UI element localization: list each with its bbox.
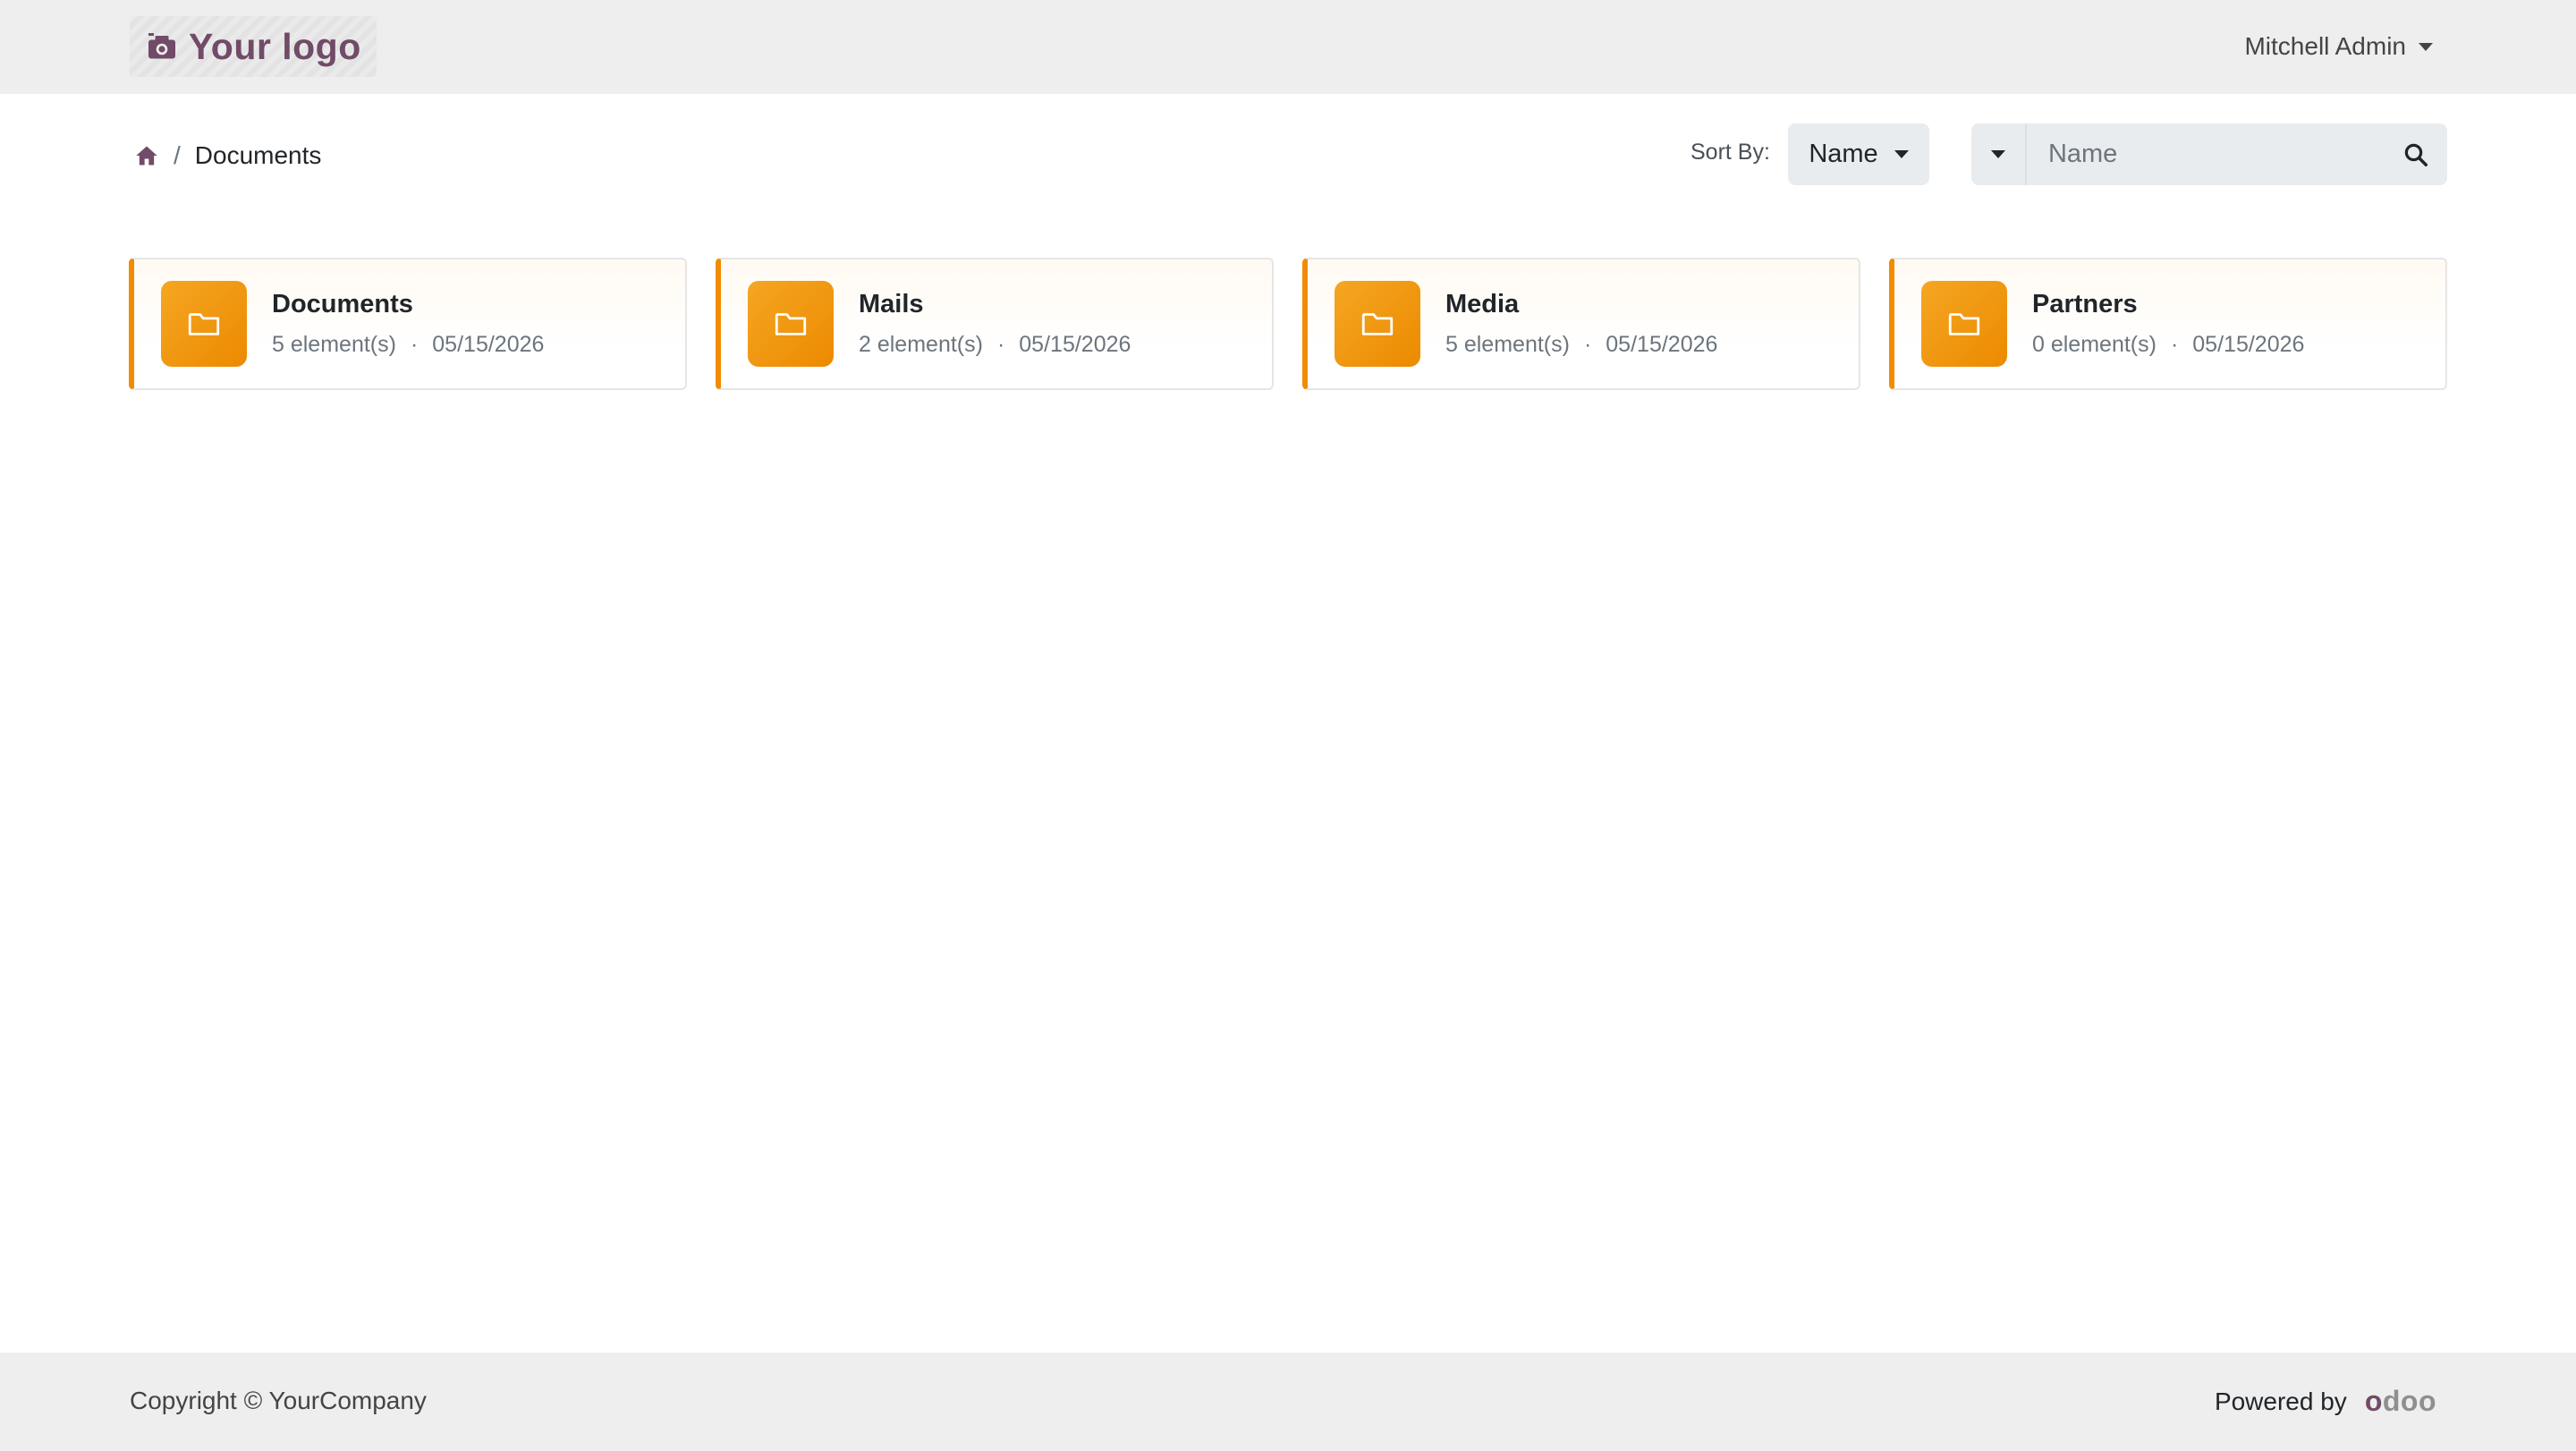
- copyright-text: Copyright © YourCompany: [130, 1387, 427, 1414]
- breadcrumb-separator: /: [174, 141, 181, 169]
- folder-element-count: 5 element(s): [272, 332, 396, 357]
- folder-meta: 5 element(s) · 05/15/2026: [272, 332, 544, 358]
- folder-meta: 0 element(s) · 05/15/2026: [2032, 332, 2304, 358]
- meta-separator: ·: [2170, 332, 2179, 357]
- logo-text: Your logo: [189, 25, 361, 67]
- folder-date: 05/15/2026: [1606, 332, 1718, 357]
- search-icon: [2405, 143, 2428, 166]
- camera-icon: [148, 33, 175, 59]
- folder-date: 05/15/2026: [432, 332, 545, 357]
- folder-date: 05/15/2026: [1019, 332, 1131, 357]
- folder-date: 05/15/2026: [2192, 332, 2305, 357]
- folder-card-mails[interactable]: Mails 2 element(s) · 05/15/2026: [716, 258, 1274, 390]
- odoo-logo[interactable]: odoo: [2365, 1385, 2436, 1418]
- folder-name: Mails: [859, 290, 924, 318]
- folder-grid: Documents 5 element(s) · 05/15/2026 Mail…: [129, 258, 2447, 390]
- user-name: Mitchell Admin: [2244, 32, 2406, 60]
- sort-by-dropdown[interactable]: Name: [1788, 123, 1929, 185]
- folder-icon: [1361, 313, 1394, 335]
- footer: Copyright © YourCompany Powered by odoo: [0, 1353, 2576, 1451]
- meta-separator: ·: [410, 332, 419, 357]
- powered-by-label: Powered by: [2214, 1387, 2347, 1415]
- folder-icon: [1948, 313, 1980, 335]
- folder-icon-box: [748, 281, 834, 367]
- folder-icon: [775, 313, 807, 335]
- home-icon[interactable]: [134, 143, 159, 168]
- folder-name: Partners: [2032, 290, 2138, 318]
- folder-name: Documents: [272, 290, 413, 318]
- folder-element-count: 0 element(s): [2032, 332, 2157, 357]
- odoo-logo-first: o: [2364, 1385, 2383, 1417]
- folder-info: Partners 0 element(s) · 05/15/2026: [2032, 290, 2304, 358]
- caret-down-icon: [2419, 42, 2433, 51]
- folder-info: Documents 5 element(s) · 05/15/2026: [272, 290, 544, 358]
- breadcrumb: / Documents: [134, 138, 321, 174]
- sort-by-label: Sort By:: [1690, 140, 1770, 165]
- caret-down-icon: [1990, 150, 2005, 158]
- folder-icon-box: [161, 281, 247, 367]
- folder-meta: 2 element(s) · 05/15/2026: [859, 332, 1131, 358]
- powered-by: Powered by odoo: [2215, 1385, 2436, 1418]
- folder-element-count: 5 element(s): [1445, 332, 1570, 357]
- odoo-logo-rest: doo: [2382, 1385, 2436, 1417]
- company-logo[interactable]: Your logo: [130, 16, 377, 77]
- sort-value: Name: [1809, 140, 1878, 168]
- search-filter-dropdown[interactable]: [1971, 123, 2027, 185]
- user-menu-dropdown[interactable]: Mitchell Admin: [2244, 30, 2433, 63]
- folder-icon-box: [1921, 281, 2007, 367]
- search-input[interactable]: [2026, 123, 2385, 185]
- folder-info: Mails 2 element(s) · 05/15/2026: [859, 290, 1131, 358]
- search-button[interactable]: [2385, 123, 2447, 185]
- folder-icon-box: [1335, 281, 1420, 367]
- search-bar: [1971, 123, 2447, 185]
- folder-element-count: 2 element(s): [859, 332, 983, 357]
- top-navbar: Your logo Mitchell Admin: [0, 0, 2576, 94]
- meta-separator: ·: [996, 332, 1005, 357]
- folder-card-documents[interactable]: Documents 5 element(s) · 05/15/2026: [129, 258, 687, 390]
- folder-info: Media 5 element(s) · 05/15/2026: [1445, 290, 1717, 358]
- caret-down-icon: [1894, 150, 1909, 158]
- meta-separator: ·: [1583, 332, 1592, 357]
- folder-icon: [188, 313, 220, 335]
- folder-name: Media: [1445, 290, 1520, 318]
- breadcrumb-current: Documents: [194, 141, 322, 169]
- folder-card-media[interactable]: Media 5 element(s) · 05/15/2026: [1302, 258, 1860, 390]
- folder-card-partners[interactable]: Partners 0 element(s) · 05/15/2026: [1889, 258, 2447, 390]
- folder-meta: 5 element(s) · 05/15/2026: [1445, 332, 1717, 358]
